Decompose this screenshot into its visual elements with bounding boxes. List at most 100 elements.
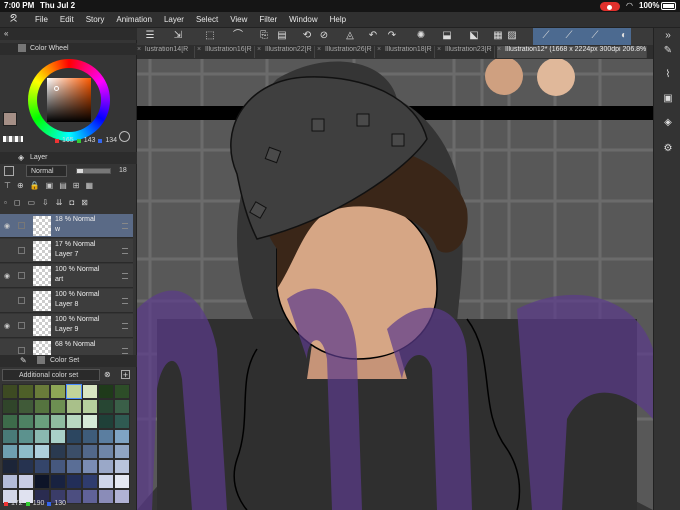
layer-row[interactable]: ◉ 100 % Normal Layer 9: [0, 314, 133, 338]
menu-item-animation[interactable]: Animation: [116, 15, 152, 24]
layer-color-icon[interactable]: ▨: [506, 30, 518, 42]
color-swatch[interactable]: [114, 414, 130, 429]
drag-handle-icon[interactable]: [122, 273, 128, 279]
color-swatch[interactable]: [66, 459, 82, 474]
color-swatch[interactable]: [2, 444, 18, 459]
snap-special-icon[interactable]: ⟋: [589, 30, 601, 42]
color-swatch[interactable]: [34, 459, 50, 474]
color-swatch[interactable]: [98, 444, 114, 459]
ruler-icon[interactable]: ⟋: [540, 30, 552, 42]
drag-handle-icon[interactable]: [122, 323, 128, 329]
layer-select-checkbox[interactable]: [18, 247, 25, 254]
grid-icon[interactable]: ▦: [492, 30, 504, 42]
brush-icon[interactable]: ⌇: [661, 68, 675, 82]
settings-icon[interactable]: ⚙: [661, 142, 675, 156]
eye-icon[interactable]: ◉: [4, 272, 12, 280]
document-tab[interactable]: × lustration14[R: [137, 46, 195, 58]
color-swatch[interactable]: [114, 489, 130, 504]
color-swatch[interactable]: [50, 444, 66, 459]
color-swatch[interactable]: [82, 384, 98, 399]
add-color-icon[interactable]: +: [121, 370, 130, 380]
clip-icon[interactable]: ⊤: [4, 181, 17, 190]
snap-ruler-icon[interactable]: ⟋: [563, 30, 575, 42]
color-swatch[interactable]: [82, 399, 98, 414]
lasso-icon[interactable]: ⌒: [232, 30, 244, 42]
saturation-value-square[interactable]: [47, 78, 91, 122]
color-swatch[interactable]: [66, 414, 82, 429]
color-swatch[interactable]: [82, 459, 98, 474]
menu-item-layer[interactable]: Layer: [164, 15, 184, 24]
color-swatch[interactable]: [82, 414, 98, 429]
color-swatch[interactable]: [50, 414, 66, 429]
color-swatch[interactable]: [34, 444, 50, 459]
loading-icon[interactable]: ✺: [415, 30, 427, 42]
color-swatch[interactable]: [34, 429, 50, 444]
color-swatch[interactable]: [66, 474, 82, 489]
layer-select-checkbox[interactable]: [18, 272, 25, 279]
lock-alpha-icon[interactable]: ▣: [46, 181, 60, 190]
color-swatch[interactable]: [114, 459, 130, 474]
color-swatch[interactable]: [18, 429, 34, 444]
eye-icon[interactable]: ◉: [4, 222, 12, 230]
color-swatch[interactable]: [18, 474, 34, 489]
merge-icon[interactable]: ⇊: [56, 198, 70, 207]
layer-property-icon[interactable]: [4, 166, 14, 176]
close-tab-icon[interactable]: ×: [437, 46, 441, 53]
color-swatch[interactable]: [18, 399, 34, 414]
fill-icon[interactable]: ◬: [344, 30, 356, 42]
color-swatch[interactable]: [82, 489, 98, 504]
eye-hidden-icon[interactable]: [4, 347, 12, 353]
color-swatch[interactable]: [82, 444, 98, 459]
color-swatch[interactable]: [114, 474, 130, 489]
color-swatch[interactable]: [2, 414, 18, 429]
color-swatch[interactable]: [50, 399, 66, 414]
layer-select-checkbox[interactable]: [18, 222, 25, 229]
add-mask-icon[interactable]: ◘: [69, 198, 81, 207]
close-tab-icon[interactable]: ×: [197, 46, 201, 53]
clear-icon[interactable]: ⊘: [318, 30, 330, 42]
layer-select-checkbox[interactable]: [18, 322, 25, 329]
copy-icon[interactable]: ⎘: [258, 30, 270, 42]
collapse-left-icon[interactable]: «: [4, 29, 8, 38]
menu-item-filter[interactable]: Filter: [259, 15, 277, 24]
document-tab[interactable]: × Illustration16[R: [197, 46, 255, 58]
color-swatch[interactable]: [18, 444, 34, 459]
transparent-color-icon[interactable]: [3, 136, 23, 142]
color-swatch[interactable]: [82, 474, 98, 489]
transfer-down-icon[interactable]: ⇩: [42, 198, 56, 207]
color-swatch[interactable]: [50, 459, 66, 474]
layers-icon[interactable]: ◈: [661, 116, 675, 130]
color-swatch[interactable]: [82, 429, 98, 444]
color-swatch[interactable]: [50, 429, 66, 444]
lock-icon[interactable]: 🔒: [30, 181, 46, 190]
color-set-select[interactable]: Additional color set: [2, 369, 100, 381]
document-tab[interactable]: × Illustration23[R: [437, 46, 495, 58]
color-swatch[interactable]: [34, 474, 50, 489]
pen-tab-icon[interactable]: ✎: [20, 356, 27, 365]
mask-icon[interactable]: ▤: [59, 181, 73, 190]
pen-icon[interactable]: ✎: [661, 44, 675, 58]
document-tab[interactable]: × Illustration26[R: [317, 46, 375, 58]
color-swatch[interactable]: [98, 399, 114, 414]
color-swatch[interactable]: [2, 384, 18, 399]
close-tab-icon[interactable]: ×: [257, 46, 261, 53]
new-layer-icon[interactable]: ▫: [4, 198, 14, 207]
reference-icon[interactable]: ⊕: [17, 181, 30, 190]
color-swatch[interactable]: [114, 444, 130, 459]
ruler-icon[interactable]: ⊞: [73, 181, 86, 190]
menu-item-file[interactable]: File: [35, 15, 48, 24]
color-swatch[interactable]: [34, 384, 50, 399]
document-tab[interactable]: × Illustration12* (1668 x 2224px 300dpi 2…: [497, 46, 647, 58]
redo-icon[interactable]: ↷: [386, 30, 398, 42]
color-set-tab-icon[interactable]: [37, 356, 45, 364]
palette-icon[interactable]: ▦: [85, 181, 99, 190]
close-tab-icon[interactable]: ×: [317, 46, 321, 53]
color-mode-icon[interactable]: [119, 131, 130, 142]
select-icon[interactable]: ⬚: [204, 30, 216, 42]
color-picker-cursor[interactable]: [54, 86, 59, 91]
menu-item-story[interactable]: Story: [86, 15, 105, 24]
drag-handle-icon[interactable]: [122, 223, 128, 229]
color-swatch[interactable]: [66, 384, 82, 399]
close-tab-icon[interactable]: ×: [497, 46, 501, 53]
color-swatch[interactable]: [2, 399, 18, 414]
